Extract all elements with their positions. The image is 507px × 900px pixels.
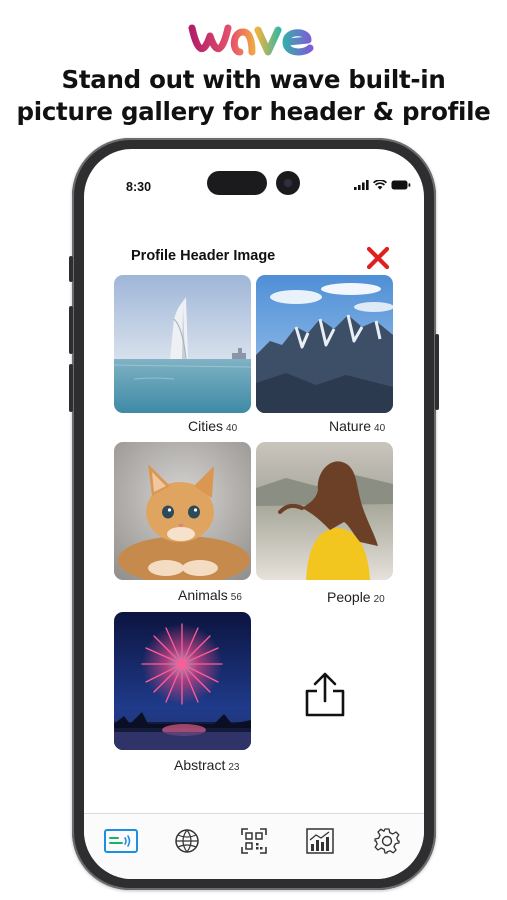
category-count: 40 <box>226 423 238 434</box>
category-label: People <box>327 589 371 605</box>
sheet-title: Profile Header Image <box>131 248 276 264</box>
close-x-icon[interactable] <box>365 245 391 271</box>
wave-card-icon <box>104 829 138 853</box>
abstract-image <box>114 612 251 750</box>
gallery-tile-abstract[interactable] <box>114 612 251 750</box>
signal-icon <box>354 180 369 190</box>
wifi-icon <box>373 180 387 190</box>
category-caption-animals: Animals 56 <box>178 587 242 603</box>
category-label: Animals <box>178 587 228 603</box>
animals-image <box>114 442 251 580</box>
category-count: 23 <box>228 762 240 773</box>
front-camera <box>276 171 300 195</box>
category-caption-people: People 20 <box>327 589 385 605</box>
tab-analytics[interactable] <box>303 826 337 856</box>
nature-image <box>256 275 393 413</box>
status-icons <box>354 180 411 190</box>
cities-image <box>114 275 251 413</box>
tab-settings[interactable] <box>370 826 404 856</box>
gallery-tile-nature[interactable] <box>256 275 393 413</box>
category-caption-abstract: Abstract 23 <box>174 757 239 773</box>
app-screen: 8:30 Profile Header Image Cities 40 Natu… <box>84 149 424 879</box>
people-image <box>256 442 393 580</box>
gallery-tile-cities[interactable] <box>114 275 251 413</box>
phone-frame: 8:30 Profile Header Image Cities 40 Natu… <box>69 138 439 890</box>
wave-logo <box>188 24 314 56</box>
headline-line-2: picture gallery for header & profile <box>16 97 491 126</box>
analytics-chart-icon <box>306 828 334 854</box>
category-label: Nature <box>329 418 372 434</box>
globe-icon <box>175 829 199 853</box>
category-label: Cities <box>188 418 224 434</box>
tab-wave-card[interactable] <box>104 826 138 856</box>
category-caption-nature: Nature 40 <box>329 418 385 434</box>
tab-qr-code[interactable] <box>237 826 271 856</box>
qr-code-icon <box>241 828 267 854</box>
share-upload-icon[interactable] <box>303 671 347 719</box>
power-button <box>435 334 439 410</box>
category-label: Abstract <box>174 757 226 773</box>
gallery-tile-people[interactable] <box>256 442 393 580</box>
promo-headline: Stand out with wave built-in picture gal… <box>0 64 507 128</box>
bottom-tab-bar <box>84 813 424 879</box>
status-time: 8:30 <box>126 180 152 194</box>
mute-switch <box>69 256 73 282</box>
dynamic-island <box>207 171 267 195</box>
tab-globe[interactable] <box>170 826 204 856</box>
category-count: 56 <box>230 592 242 603</box>
gallery-tile-animals[interactable] <box>114 442 251 580</box>
category-caption-cities: Cities 40 <box>188 418 237 434</box>
settings-gear-icon <box>374 828 400 854</box>
battery-icon <box>391 180 411 190</box>
volume-up-button <box>69 306 73 354</box>
category-count: 40 <box>374 423 386 434</box>
volume-down-button <box>69 364 73 412</box>
category-count: 20 <box>373 594 385 605</box>
headline-line-1: Stand out with wave built-in <box>61 65 446 94</box>
